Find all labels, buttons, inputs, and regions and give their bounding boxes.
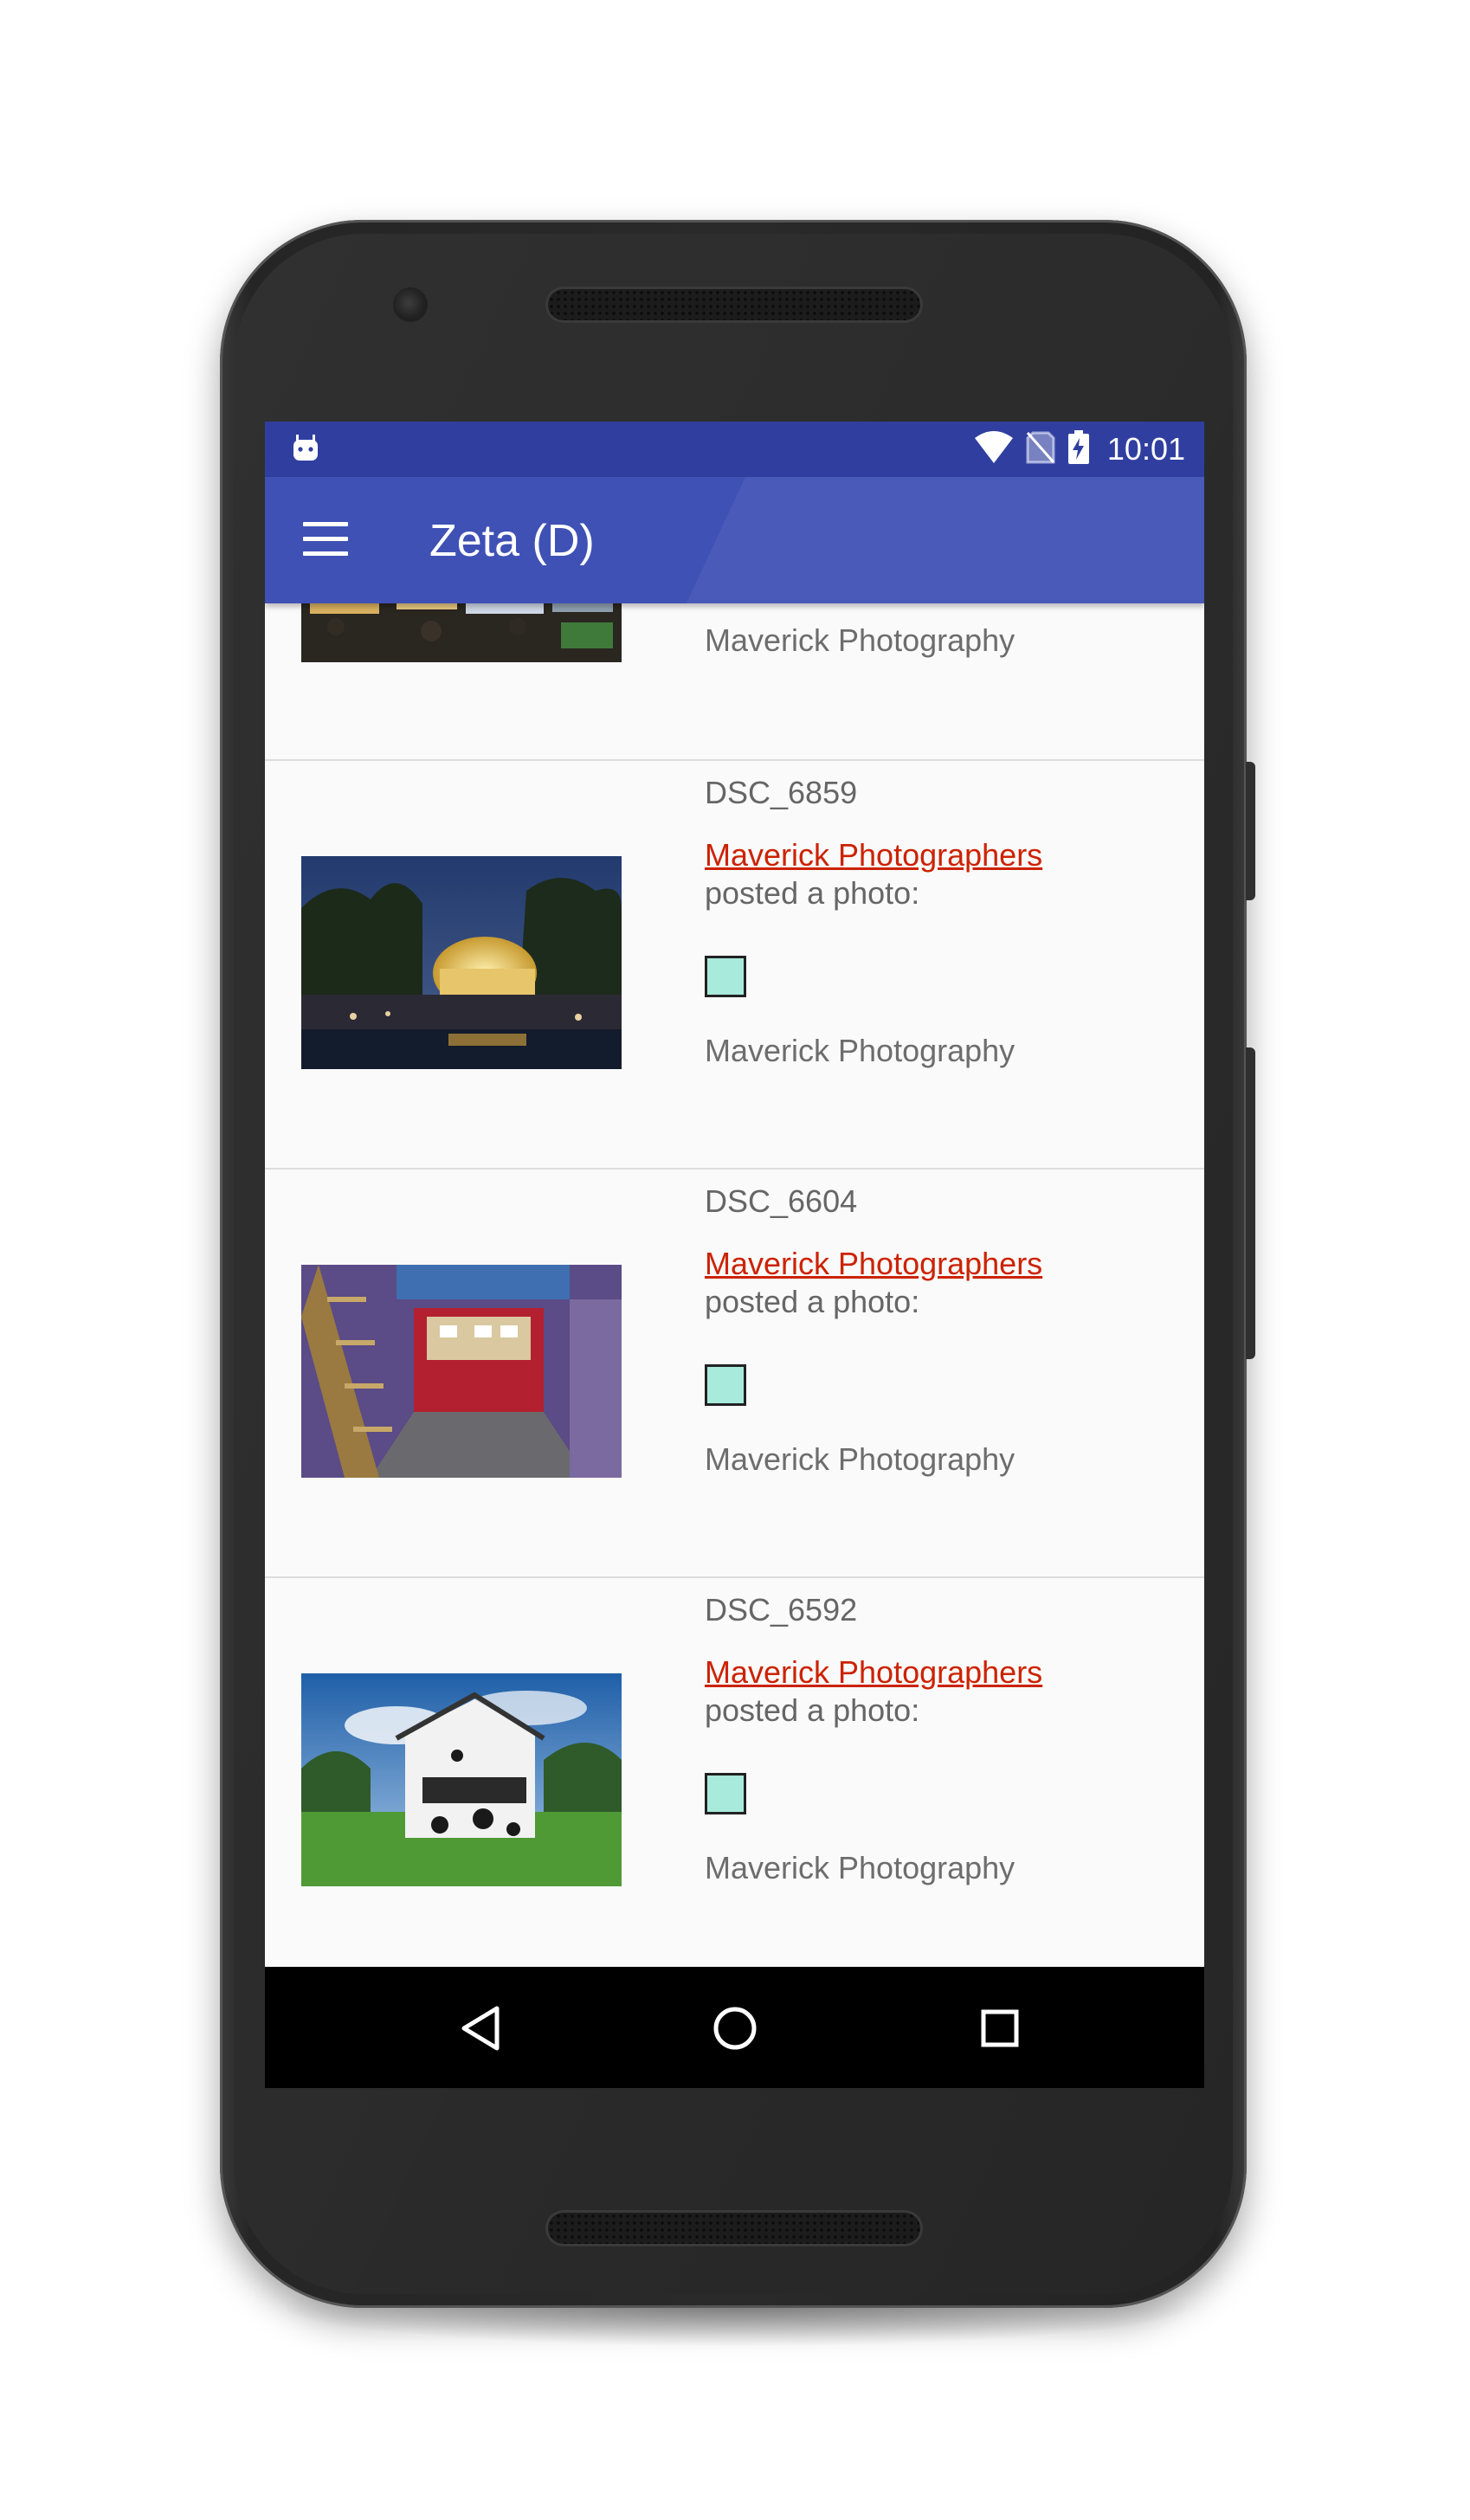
wifi-icon <box>974 430 1014 468</box>
list-item[interactable]: DSC_6604 Maverick Photographers posted a… <box>265 1170 1204 1578</box>
list-item[interactable]: DSC_6859 Maverick Photographers posted a… <box>265 761 1204 1170</box>
placeholder-square <box>705 956 746 997</box>
placeholder-square <box>705 1773 746 1814</box>
battery-charging-icon <box>1067 429 1090 469</box>
cow-pattern-house-field-photo[interactable] <box>301 1673 622 1886</box>
list-item[interactable]: Maverick Photography <box>265 603 1204 761</box>
night-market-festival-photo[interactable] <box>301 603 622 662</box>
item-title: DSC_6604 <box>705 1183 858 1219</box>
placeholder-square <box>705 1364 746 1406</box>
feed-list[interactable]: Maverick Photography DSC_6859 Maverick P… <box>265 603 1204 1967</box>
home-icon[interactable] <box>705 1998 765 2059</box>
illuminated-conservatory-night-photo[interactable] <box>301 856 622 1069</box>
author-link[interactable]: Maverick Photographers <box>705 1246 1042 1282</box>
item-source: Maverick Photography <box>705 1850 1015 1885</box>
item-action: posted a photo: <box>705 1284 920 1319</box>
status-icons: 10:01 <box>974 422 1185 477</box>
author-link[interactable]: Maverick Photographers <box>705 1654 1042 1691</box>
red-interior-room-stairs-photo[interactable] <box>301 1265 622 1478</box>
navigation-bar <box>265 1967 1204 2088</box>
screen: 10:01 Zeta (D) Maverick Photography DSC_… <box>265 422 1204 2088</box>
status-time: 10:01 <box>1106 431 1185 467</box>
back-icon[interactable] <box>452 1998 513 2059</box>
power-button <box>1245 762 1255 900</box>
volume-button <box>1245 1047 1255 1359</box>
item-source: Maverick Photography <box>705 622 1015 658</box>
item-title: DSC_6859 <box>705 775 858 810</box>
app-bar: Zeta (D) <box>265 477 1204 603</box>
item-source: Maverick Photography <box>705 1441 1015 1477</box>
top-speaker-grille <box>548 289 920 320</box>
recents-icon[interactable] <box>970 1998 1030 2059</box>
item-action: posted a photo: <box>705 875 920 911</box>
android-debug-icon <box>291 432 320 467</box>
status-bar: 10:01 <box>265 422 1204 477</box>
app-bar-sheen <box>680 477 1204 603</box>
item-action: posted a photo: <box>705 1692 920 1728</box>
app-title: Zeta (D) <box>429 516 595 566</box>
item-title: DSC_6592 <box>705 1592 858 1627</box>
author-link[interactable]: Maverick Photographers <box>705 837 1042 873</box>
front-camera <box>393 287 428 322</box>
no-sim-icon <box>1026 431 1055 468</box>
hamburger-menu-icon[interactable] <box>303 522 348 558</box>
bottom-speaker-grille <box>548 2213 920 2244</box>
list-item[interactable]: DSC_6592 Maverick Photographers posted a… <box>265 1578 1204 1967</box>
item-source: Maverick Photography <box>705 1033 1015 1068</box>
